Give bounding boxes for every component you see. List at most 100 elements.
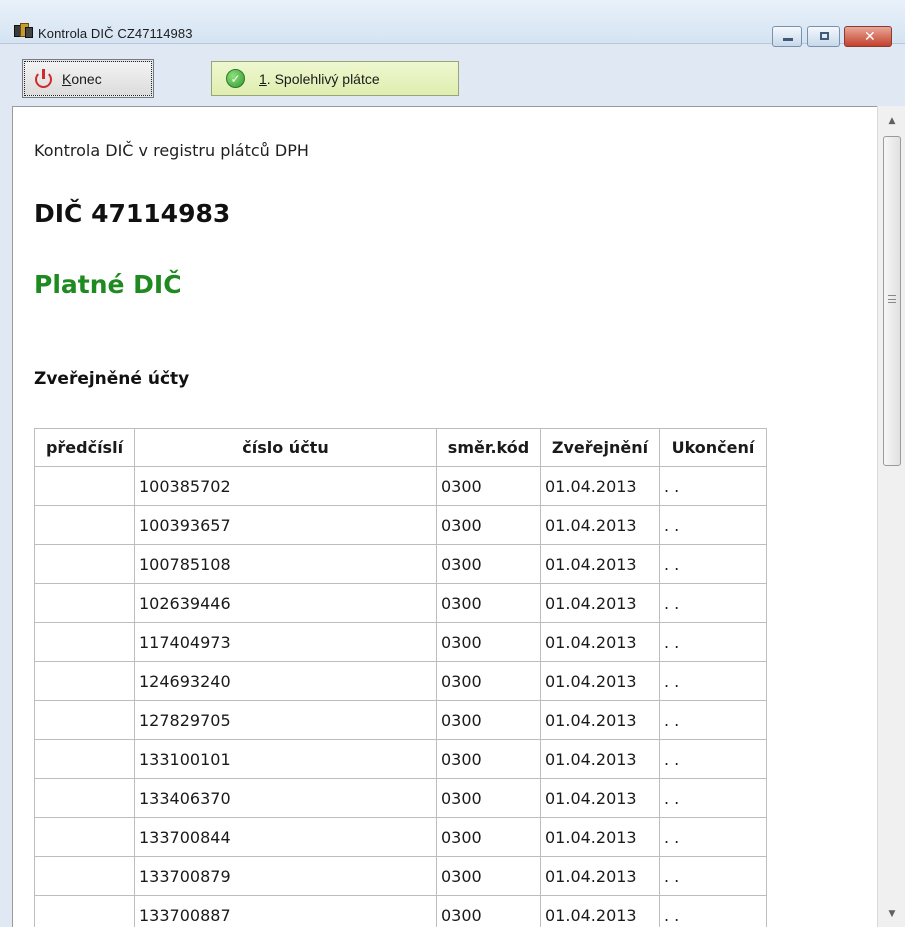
cell-ukonceni: . .	[659, 739, 767, 779]
cell-predcisli	[34, 895, 135, 927]
cell-ukonceni: . .	[659, 895, 767, 927]
title-bar[interactable]: Kontrola DIČ CZ47114983 ✕	[0, 0, 905, 47]
cell-cislo-uctu: 133100101	[134, 739, 437, 779]
minimize-button[interactable]	[772, 26, 802, 47]
table-row: 100393657 0300 01.04.2013. .	[34, 505, 767, 545]
grip-icon	[888, 295, 896, 303]
check-icon: ✓	[226, 69, 245, 88]
cell-ukonceni: . .	[659, 466, 767, 506]
cell-cislo-uctu: 133700844	[134, 817, 437, 857]
cell-zverejneni: 01.04.2013	[540, 739, 660, 779]
table-header-row: předčíslí číslo účtu směr.kód Zveřejnění…	[34, 428, 767, 467]
cell-ukonceni: . .	[659, 661, 767, 701]
cell-zverejneni: 01.04.2013	[540, 466, 660, 506]
cell-smer-kod: 0300	[436, 817, 541, 857]
table-row: 133406370 0300 01.04.2013. .	[34, 778, 767, 818]
maximize-button[interactable]	[807, 26, 840, 47]
cell-smer-kod: 0300	[436, 505, 541, 545]
table-row: 124693240 0300 01.04.2013. .	[34, 661, 767, 701]
cell-cislo-uctu: 127829705	[134, 700, 437, 740]
cell-predcisli	[34, 856, 135, 896]
table-row: 133700887 0300 01.04.2013. .	[34, 895, 767, 927]
cell-smer-kod: 0300	[436, 778, 541, 818]
cell-predcisli	[34, 661, 135, 701]
toolbar: Konec ✓ 1. Spolehlivý plátce	[0, 57, 905, 103]
cell-cislo-uctu: 100393657	[134, 505, 437, 545]
cell-smer-kod: 0300	[436, 466, 541, 506]
accounts-heading: Zveřejněné účty	[34, 369, 190, 389]
cell-predcisli	[34, 817, 135, 857]
table-row: 133700879 0300 01.04.2013. .	[34, 856, 767, 896]
cell-ukonceni: . .	[659, 856, 767, 896]
cell-predcisli	[34, 505, 135, 545]
spolehlivy-platce-label: 1. Spolehlivý plátce	[259, 70, 380, 87]
table-row: 117404973 0300 01.04.2013. .	[34, 622, 767, 662]
column-header: Zveřejnění	[540, 428, 660, 467]
cell-cislo-uctu: 100785108	[134, 544, 437, 584]
cell-zverejneni: 01.04.2013	[540, 661, 660, 701]
cell-cislo-uctu: 102639446	[134, 583, 437, 623]
cell-predcisli	[34, 583, 135, 623]
cell-zverejneni: 01.04.2013	[540, 856, 660, 896]
minimize-icon	[783, 38, 793, 41]
spolehlivy-platce-button[interactable]: ✓ 1. Spolehlivý plátce	[211, 61, 459, 96]
maximize-icon	[820, 32, 829, 40]
column-header: Ukončení	[659, 428, 767, 467]
close-icon: ✕	[864, 29, 876, 45]
konec-label: Konec	[62, 70, 102, 87]
cell-smer-kod: 0300	[436, 895, 541, 927]
cell-smer-kod: 0300	[436, 700, 541, 740]
cell-zverejneni: 01.04.2013	[540, 700, 660, 740]
cell-zverejneni: 01.04.2013	[540, 583, 660, 623]
vertical-scrollbar[interactable]: ▲ ▼	[877, 106, 905, 927]
cell-smer-kod: 0300	[436, 661, 541, 701]
cell-cislo-uctu: 117404973	[134, 622, 437, 662]
cell-predcisli	[34, 466, 135, 506]
close-button[interactable]: ✕	[844, 26, 892, 47]
accounts-table: předčíslí číslo účtu směr.kód Zveřejnění…	[34, 428, 767, 927]
cell-zverejneni: 01.04.2013	[540, 895, 660, 927]
cell-cislo-uctu: 133700879	[134, 856, 437, 896]
cell-predcisli	[34, 544, 135, 584]
table-row: 100385702 0300 01.04.2013. .	[34, 466, 767, 506]
cell-zverejneni: 01.04.2013	[540, 778, 660, 818]
table-row: 102639446 0300 01.04.2013. .	[34, 583, 767, 623]
column-header: číslo účtu	[134, 428, 437, 467]
cell-ukonceni: . .	[659, 505, 767, 545]
dic-heading: DIČ 47114983	[34, 199, 231, 228]
cell-ukonceni: . .	[659, 817, 767, 857]
cell-smer-kod: 0300	[436, 739, 541, 779]
cell-cislo-uctu: 100385702	[134, 466, 437, 506]
column-header: předčíslí	[34, 428, 135, 467]
power-icon	[35, 69, 52, 88]
column-header: směr.kód	[436, 428, 541, 467]
cell-ukonceni: . .	[659, 778, 767, 818]
cell-zverejneni: 01.04.2013	[540, 817, 660, 857]
cell-predcisli	[34, 622, 135, 662]
cell-cislo-uctu: 133406370	[134, 778, 437, 818]
cell-ukonceni: . .	[659, 700, 767, 740]
cell-smer-kod: 0300	[436, 544, 541, 584]
cell-predcisli	[34, 778, 135, 818]
cell-ukonceni: . .	[659, 544, 767, 584]
cell-zverejneni: 01.04.2013	[540, 622, 660, 662]
table-row: 127829705 0300 01.04.2013. .	[34, 700, 767, 740]
cell-zverejneni: 01.04.2013	[540, 505, 660, 545]
cell-cislo-uctu: 124693240	[134, 661, 437, 701]
app-books-icon	[14, 22, 34, 40]
table-row: 133700844 0300 01.04.2013. .	[34, 817, 767, 857]
scroll-down-arrow-icon[interactable]: ▼	[878, 903, 905, 925]
window-title: Kontrola DIČ CZ47114983	[38, 26, 193, 41]
cell-smer-kod: 0300	[436, 622, 541, 662]
scroll-up-arrow-icon[interactable]: ▲	[878, 110, 905, 132]
konec-button[interactable]: Konec	[22, 59, 154, 98]
report-panel[interactable]: Kontrola DIČ v registru plátců DPH DIČ 4…	[12, 106, 877, 927]
cell-predcisli	[34, 700, 135, 740]
status-valid: Platné DIČ	[34, 270, 182, 299]
table-row: 100785108 0300 01.04.2013. .	[34, 544, 767, 584]
cell-smer-kod: 0300	[436, 856, 541, 896]
cell-zverejneni: 01.04.2013	[540, 544, 660, 584]
cell-ukonceni: . .	[659, 583, 767, 623]
report-intro: Kontrola DIČ v registru plátců DPH	[34, 141, 309, 160]
scrollbar-thumb[interactable]	[883, 136, 901, 466]
